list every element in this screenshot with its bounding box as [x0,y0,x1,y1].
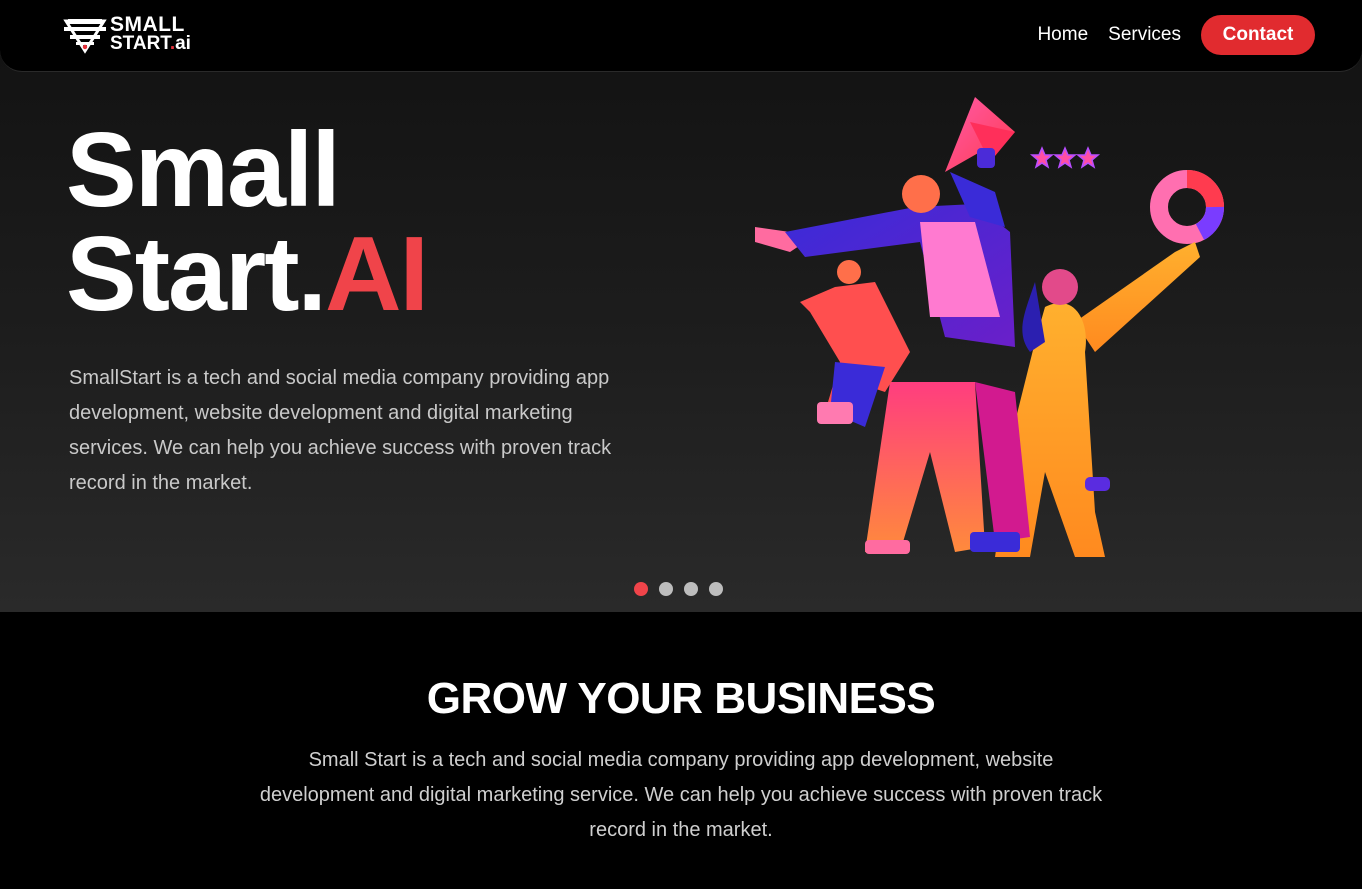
team-megaphone-illustration [755,97,1225,557]
donut-chart-icon [1150,170,1225,244]
carousel-dot-3[interactable] [684,582,698,596]
diamond-logo-icon [63,19,107,54]
carousel-dot-4[interactable] [709,582,723,596]
logo-text: SMALL START.ai [110,13,191,53]
carousel-dot-1[interactable] [634,582,648,596]
grow-section: GROW YOUR BUSINESS Small Start is a tech… [0,612,1362,889]
megaphone-icon [945,97,1015,172]
carousel-dots [634,582,734,596]
hero-description: SmallStart is a tech and social media co… [69,367,612,494]
carousel-dot-2[interactable] [659,582,673,596]
logo-line2-suffix: ai [175,33,191,54]
nav-links: Home Services Contact [1037,15,1315,55]
contact-button[interactable]: Contact [1201,15,1315,55]
rating-stars-icon [1029,146,1101,169]
section-description: Small Start is a tech and social media c… [259,749,1103,841]
hero-title: Small Start.AI [66,111,429,327]
hero-title-line1: Small [66,111,341,229]
hero-section: Small Start.AI SmallStart is a tech and … [0,0,1362,612]
hero-title-accent: AI [324,215,429,333]
section-title: GROW YOUR BUSINESS [426,674,936,723]
navbar: SMALL START.ai Home Services Contact [0,0,1362,72]
logo-line1: SMALL [110,13,185,36]
hero-title-line2: Start.AI [66,221,429,327]
logo-line2: START.ai [110,34,191,53]
nav-link-services[interactable]: Services [1108,24,1181,46]
hero-title-main: Start. [66,215,327,333]
logo-line2-main: START [110,33,170,54]
logo[interactable]: SMALL START.ai [62,13,202,57]
nav-link-home[interactable]: Home [1037,24,1088,46]
